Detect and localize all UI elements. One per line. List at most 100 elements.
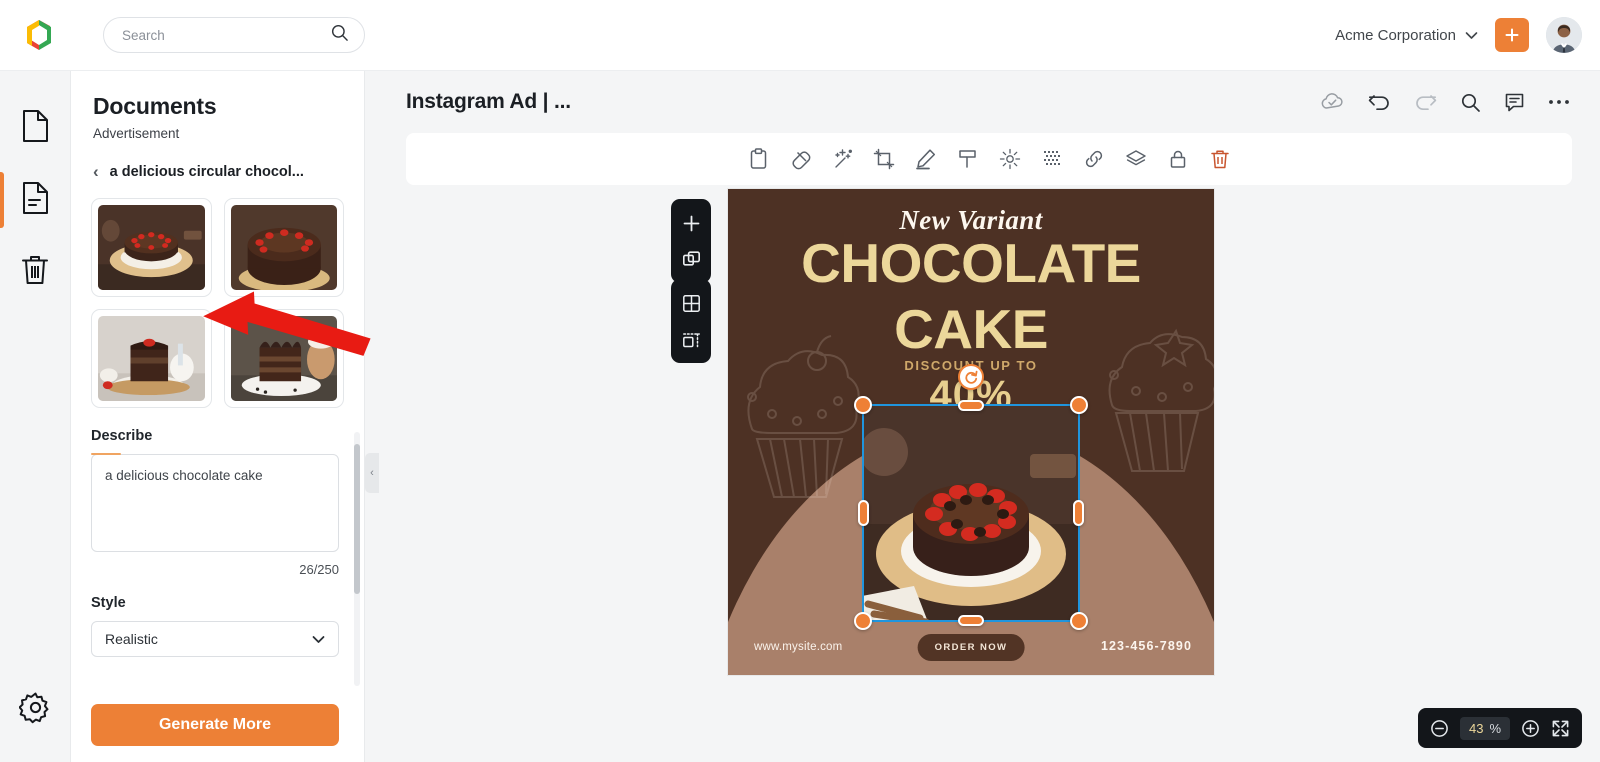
comment-icon[interactable]	[1504, 92, 1525, 113]
editor-header-tools	[1320, 92, 1570, 113]
page-icon	[21, 109, 50, 148]
editor-main: Instagram Ad | ... New Variant CHOCOLATE…	[365, 71, 1600, 762]
pencil-icon[interactable]	[905, 138, 947, 180]
panel-scrollbar[interactable]	[354, 432, 360, 686]
redo-icon[interactable]	[1414, 92, 1437, 112]
panel-header: Documents Advertisement ‹ a delicious ci…	[71, 71, 364, 180]
document-title: Instagram Ad | ...	[406, 90, 571, 113]
selection-box[interactable]	[854, 364, 1088, 630]
describe-label: Describe	[91, 428, 153, 444]
chevron-down-icon	[312, 632, 325, 647]
describe-input[interactable]	[91, 454, 339, 552]
body: Documents Advertisement ‹ a delicious ci…	[0, 71, 1600, 762]
resize-handle-left[interactable]	[858, 500, 869, 526]
thumbnail-item-3[interactable]	[91, 309, 212, 408]
zoom-control: 43 %	[1417, 708, 1582, 748]
style-select[interactable]: Realistic	[91, 621, 339, 657]
resize-handle-top-right[interactable]	[1070, 396, 1088, 414]
chevron-left-icon[interactable]: ‹	[93, 163, 99, 180]
org-switcher[interactable]: Acme Corporation	[1335, 27, 1478, 44]
page-title: Documents	[93, 93, 217, 119]
ad-headline-2: CAKE	[894, 298, 1048, 360]
avatar[interactable]	[1546, 17, 1582, 53]
resize-handle-right[interactable]	[1073, 500, 1084, 526]
breadcrumb[interactable]: ‹ a delicious circular chocol...	[93, 163, 342, 180]
character-counter: 26/250	[299, 562, 339, 577]
resize-handle-bottom-left[interactable]	[854, 612, 872, 630]
thumbnail-item-4[interactable]	[223, 309, 344, 408]
resize-handle-top-left[interactable]	[854, 396, 872, 414]
brightness-icon[interactable]	[989, 138, 1031, 180]
floating-tools-top	[671, 199, 711, 283]
sidebar-item-settings[interactable]	[0, 674, 71, 746]
icon-rail	[0, 71, 71, 762]
search-icon[interactable]	[330, 23, 349, 47]
delete-icon[interactable]	[1199, 138, 1241, 180]
paint-roller-icon[interactable]	[947, 138, 989, 180]
thumbnail-image	[98, 316, 205, 401]
eraser-icon[interactable]	[779, 138, 821, 180]
brand-logo-icon[interactable]	[20, 16, 58, 54]
zoom-percent: 43	[1468, 720, 1484, 736]
duplicate-icon[interactable]	[671, 242, 711, 276]
thumbnail-image	[230, 205, 337, 290]
style-value: Realistic	[105, 631, 158, 647]
floating-tools-bottom	[671, 279, 711, 363]
thumbnail-grid	[71, 198, 364, 408]
undo-icon[interactable]	[1368, 92, 1391, 112]
editor-header: Instagram Ad | ...	[365, 71, 1600, 133]
canvas-area[interactable]: New Variant CHOCOLATE CAKE DISCOUNT UP T…	[365, 185, 1600, 762]
search-icon[interactable]	[1460, 92, 1481, 113]
thumbnail-image	[98, 205, 205, 290]
thumbnail-item-2[interactable]	[223, 198, 344, 297]
sidebar-item-documents[interactable]	[0, 164, 71, 236]
cloud-saved-icon[interactable]	[1320, 92, 1345, 112]
lock-icon[interactable]	[1157, 138, 1199, 180]
rotate-handle[interactable]	[958, 364, 984, 390]
layers-icon[interactable]	[1115, 138, 1157, 180]
breadcrumb-label: a delicious circular chocol...	[109, 163, 304, 180]
add-element-icon[interactable]	[671, 206, 711, 240]
chevron-down-icon	[1465, 27, 1478, 44]
magic-wand-icon[interactable]	[821, 138, 863, 180]
search-input[interactable]	[122, 27, 330, 43]
clipboard-icon[interactable]	[737, 138, 779, 180]
describe-field-wrap	[91, 453, 344, 557]
zoom-out-button[interactable]	[1430, 719, 1449, 738]
thumbnail-item-1[interactable]	[91, 198, 212, 297]
panel-subtitle: Advertisement	[93, 126, 180, 141]
resize-handle-bottom[interactable]	[958, 615, 984, 626]
fullscreen-icon[interactable]	[1551, 719, 1570, 738]
top-bar: Acme Corporation	[0, 0, 1600, 71]
zoom-unit: %	[1489, 720, 1501, 736]
selection-frame-icon[interactable]	[671, 322, 711, 356]
create-new-button[interactable]	[1495, 18, 1529, 52]
search-box[interactable]	[103, 17, 365, 53]
ad-cta-button[interactable]: ORDER NOW	[917, 634, 1025, 661]
link-icon[interactable]	[1073, 138, 1115, 180]
more-options-icon[interactable]	[1548, 98, 1570, 106]
gear-icon	[18, 691, 52, 729]
app-root: Acme Corporation	[0, 0, 1600, 762]
zoom-value[interactable]: 43 %	[1459, 716, 1510, 740]
grid-layout-icon[interactable]	[671, 286, 711, 320]
trash-icon	[20, 253, 50, 291]
crop-icon[interactable]	[863, 138, 905, 180]
panel-footer: Generate More	[71, 692, 364, 762]
panel-collapse-handle[interactable]: ‹	[365, 453, 379, 493]
top-bar-right: Acme Corporation	[1335, 17, 1582, 53]
document-icon	[21, 181, 50, 220]
thumbnail-image	[230, 316, 337, 401]
sidebar-item-trash[interactable]	[0, 236, 71, 308]
texture-icon[interactable]	[1031, 138, 1073, 180]
edit-toolbar	[406, 133, 1572, 185]
resize-handle-bottom-right[interactable]	[1070, 612, 1088, 630]
generate-more-button[interactable]: Generate More	[91, 704, 339, 746]
ad-headline-1: CHOCOLATE	[801, 232, 1141, 294]
style-label: Style	[91, 595, 126, 611]
sidebar-item-pages[interactable]	[0, 92, 71, 164]
zoom-in-button[interactable]	[1521, 719, 1540, 738]
resize-handle-top[interactable]	[958, 400, 984, 411]
scrollbar-thumb[interactable]	[354, 444, 360, 594]
org-name: Acme Corporation	[1335, 26, 1456, 44]
